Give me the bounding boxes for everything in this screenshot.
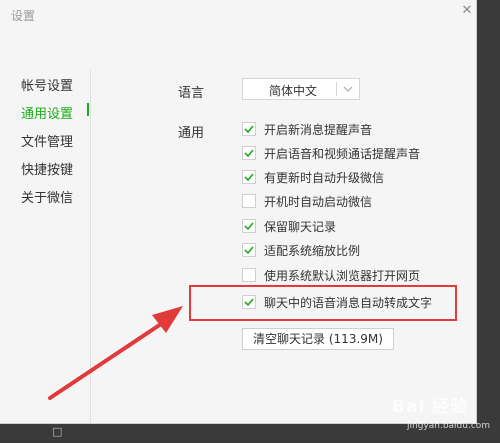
option-call-sound[interactable]: 开启语音和视频通话提醒声音: [242, 145, 420, 161]
checkbox[interactable]: [242, 268, 256, 282]
watermark-url: jingyan.baidu.com: [407, 421, 491, 431]
option-label: 有更新时自动升级微信: [264, 170, 385, 185]
clear-chat-history-button[interactable]: 清空聊天记录 (113.9M): [242, 328, 394, 350]
general-label: 通用: [178, 126, 205, 141]
checkbox[interactable]: [242, 219, 256, 233]
checkbox[interactable]: [242, 146, 256, 160]
language-value: 简体中文: [269, 84, 318, 98]
select-divider: [336, 82, 337, 96]
checkbox[interactable]: [242, 243, 256, 257]
sidebar-divider: [90, 70, 91, 423]
sidebar-active-indicator: [87, 103, 89, 116]
option-label: 保留聊天记录: [264, 219, 337, 234]
settings-window: 设置 ✕ 帐号设置 通用设置 文件管理 快捷按键 关于微信 语言 简体中文 通用…: [0, 0, 477, 424]
option-label: 适配系统缩放比例: [264, 243, 361, 258]
option-keep-history[interactable]: 保留聊天记录: [242, 218, 336, 234]
option-label: 开机时自动启动微信: [264, 194, 373, 209]
annotation-highlight-box: [189, 285, 457, 321]
chevron-down-icon: [343, 80, 353, 101]
option-new-message-sound[interactable]: 开启新消息提醒声音: [242, 121, 372, 137]
checkbox[interactable]: [242, 122, 256, 136]
option-auto-update[interactable]: 有更新时自动升级微信: [242, 169, 384, 185]
sidebar-item-account[interactable]: 帐号设置: [21, 75, 73, 94]
taskbar-icon: □: [52, 425, 63, 438]
window-title: 设置: [11, 9, 36, 23]
watermark-logo: Bai 经验: [392, 397, 469, 417]
option-system-scaling[interactable]: 适配系统缩放比例: [242, 242, 360, 258]
option-label: 使用系统默认浏览器打开网页: [264, 268, 421, 283]
option-auto-start[interactable]: 开机时自动启动微信: [242, 193, 372, 209]
option-default-browser[interactable]: 使用系统默认浏览器打开网页: [242, 267, 420, 283]
option-label: 开启新消息提醒声音: [264, 122, 373, 137]
sidebar-item-about[interactable]: 关于微信: [21, 187, 73, 206]
option-label: 开启语音和视频通话提醒声音: [264, 146, 421, 161]
sidebar-item-files[interactable]: 文件管理: [21, 131, 73, 150]
sidebar-item-general[interactable]: 通用设置: [21, 103, 73, 122]
checkbox[interactable]: [242, 194, 256, 208]
sidebar-item-shortcuts[interactable]: 快捷按键: [21, 159, 73, 178]
checkbox[interactable]: [242, 170, 256, 184]
language-label: 语言: [178, 86, 205, 101]
close-icon[interactable]: ✕: [460, 4, 474, 18]
language-select[interactable]: 简体中文: [242, 78, 360, 100]
